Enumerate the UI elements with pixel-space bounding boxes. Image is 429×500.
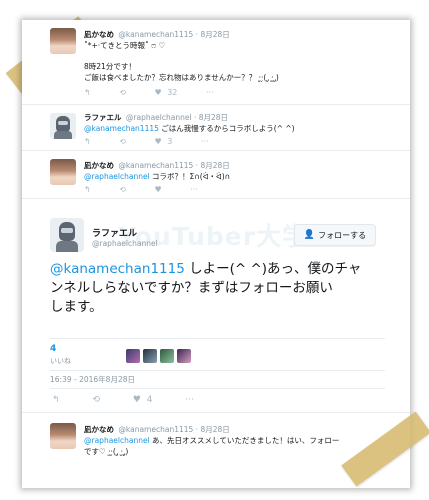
- mention-link[interactable]: @raphaelchannel: [84, 172, 150, 181]
- avatar[interactable]: [50, 423, 76, 449]
- display-name[interactable]: ラファエル: [84, 113, 122, 122]
- tweet-kaname-2[interactable]: 凪かなめ @kanamechan1115 · 8月28日 @raphaelcha…: [22, 151, 410, 199]
- date[interactable]: · 8月28日: [194, 113, 228, 122]
- reply-icon[interactable]: ↰: [84, 185, 91, 194]
- tweet-body: あ、先日オススメしていただきました！はい、フォロー: [149, 436, 340, 445]
- tweet-body: します。: [50, 299, 103, 315]
- tweet-meta: ラファエル @raphaelchannel · 8月28日: [84, 112, 228, 123]
- tweet-meta: 凪かなめ @kanamechan1115 · 8月28日: [84, 424, 230, 435]
- divider: [50, 338, 385, 339]
- main-avatar[interactable]: [50, 218, 84, 252]
- tweet-meta: 凪かなめ @kanamechan1115 · 8月28日: [84, 29, 230, 40]
- liker-avatar[interactable]: [177, 349, 191, 363]
- like-count: 3: [167, 137, 173, 146]
- retweet-icon[interactable]: ⟲: [92, 395, 100, 405]
- handle[interactable]: @raphaelchannel: [126, 113, 192, 122]
- follow-icon: 👤: [303, 230, 316, 240]
- like-icon[interactable]: ♥: [155, 88, 162, 97]
- liked-by-avatars: [126, 348, 194, 367]
- date[interactable]: · 8月28日: [196, 425, 230, 434]
- more-icon[interactable]: ···: [206, 88, 214, 97]
- mention-link[interactable]: @raphaelchannel: [84, 436, 150, 445]
- avatar[interactable]: [50, 159, 76, 185]
- tweet-actions: ↰ ⟲ ♥ 3 ···: [84, 137, 209, 146]
- like-icon[interactable]: ♥: [155, 185, 162, 194]
- handle[interactable]: @kanamechan1115: [118, 30, 193, 39]
- liker-avatar[interactable]: [160, 349, 174, 363]
- display-name[interactable]: 凪かなめ: [84, 161, 114, 170]
- more-icon[interactable]: ···: [201, 137, 209, 146]
- display-name[interactable]: 凪かなめ: [84, 425, 114, 434]
- liker-avatar[interactable]: [126, 349, 140, 363]
- more-icon[interactable]: ···: [185, 395, 194, 405]
- retweet-icon[interactable]: ⟲: [119, 137, 126, 146]
- display-name[interactable]: 凪かなめ: [84, 30, 114, 39]
- divider: [22, 412, 410, 413]
- reply-icon[interactable]: ↰: [84, 88, 91, 97]
- handle[interactable]: @kanamechan1115: [118, 161, 193, 170]
- tweet-text-line: です♡ ·͈·̮( ̨̡ ‧̫ ̨̡): [84, 447, 129, 456]
- main-handle[interactable]: @raphaelchannel: [92, 239, 158, 248]
- follow-label: フォローする: [318, 230, 367, 240]
- main-timestamp[interactable]: 16:39 - 2016年8月28日: [50, 374, 135, 385]
- tweet-body: しよー(^ ^)あっ、僕のチャ: [184, 261, 362, 277]
- date[interactable]: · 8月28日: [196, 30, 230, 39]
- like-icon[interactable]: ♥: [133, 395, 141, 405]
- tweet-meta: 凪かなめ @kanamechan1115 · 8月28日: [84, 160, 230, 171]
- likes-label[interactable]: いいね: [50, 356, 71, 366]
- tweet-text-line: ˚*+‧てきとう時報˚ ෆ ♡: [84, 41, 166, 50]
- tweet-actions: ↰ ⟲ ♥ 32 ···: [84, 88, 214, 97]
- tweet-text-line: 8時21分です！: [84, 62, 136, 71]
- divider: [50, 388, 385, 389]
- retweet-icon[interactable]: ⟲: [119, 88, 126, 97]
- reply-icon[interactable]: ↰: [52, 395, 60, 405]
- tweet-actions: ↰ ⟲ ♥ ···: [84, 185, 198, 194]
- like-count: 4: [146, 395, 153, 405]
- mention-link[interactable]: @kanamechan1115: [50, 261, 185, 277]
- avatar[interactable]: [50, 28, 76, 54]
- tweet-body: ごはん我慢するからコラボしよう(^ ^): [158, 124, 295, 133]
- tweet-thread-card: 凪かなめ @kanamechan1115 · 8月28日 ˚*+‧てきとう時報˚…: [22, 20, 410, 488]
- avatar[interactable]: [50, 113, 76, 139]
- main-display-name: ラファエル: [92, 226, 139, 239]
- tweet-text: @raphaelchannel コラボ？！Σ∩(ᐛ・ᐛ)∩: [84, 171, 230, 182]
- liker-avatar[interactable]: [143, 349, 157, 363]
- display-name[interactable]: ラファエル: [92, 229, 137, 239]
- tweet-text-line: ご飯は食べましたか？忘れ物はありませんかー？？ ·͈·̮( ̨̡ ‧̫ ̨̡): [84, 73, 279, 82]
- date[interactable]: · 8月28日: [196, 161, 230, 170]
- likes-count[interactable]: 4: [50, 344, 56, 354]
- more-icon[interactable]: ···: [190, 185, 198, 194]
- follow-button[interactable]: 👤 フォローする: [294, 224, 376, 246]
- tweet-raphael-1[interactable]: ラファエル @raphaelchannel · 8月28日 @kanamecha…: [22, 105, 410, 151]
- like-count: 32: [167, 88, 178, 97]
- main-tweet-text: @kanamechan1115 しよー(^ ^)あっ、僕のチャ ンネルしらないで…: [50, 260, 385, 317]
- mention-link[interactable]: @kanamechan1115: [84, 124, 159, 133]
- tweet-body: ンネルしらないですか？まずはフォローお願い: [50, 280, 333, 296]
- main-tweet-actions: ↰ ⟲ ♥ 4 ···: [52, 395, 194, 405]
- retweet-icon[interactable]: ⟲: [119, 185, 126, 194]
- tweet-body: コラボ？！Σ∩(ᐛ・ᐛ)∩: [149, 172, 231, 181]
- tweet-kaname-1[interactable]: 凪かなめ @kanamechan1115 · 8月28日 ˚*+‧てきとう時報˚…: [22, 20, 410, 105]
- divider: [50, 370, 385, 371]
- tweet-text: @raphaelchannel あ、先日オススメしていただきました！はい、フォロ…: [84, 435, 339, 446]
- tweet-text: @kanamechan1115 ごはん我慢するからコラボしよう(^ ^): [84, 123, 295, 134]
- handle[interactable]: @kanamechan1115: [118, 425, 193, 434]
- like-icon[interactable]: ♥: [155, 137, 162, 146]
- reply-icon[interactable]: ↰: [84, 137, 91, 146]
